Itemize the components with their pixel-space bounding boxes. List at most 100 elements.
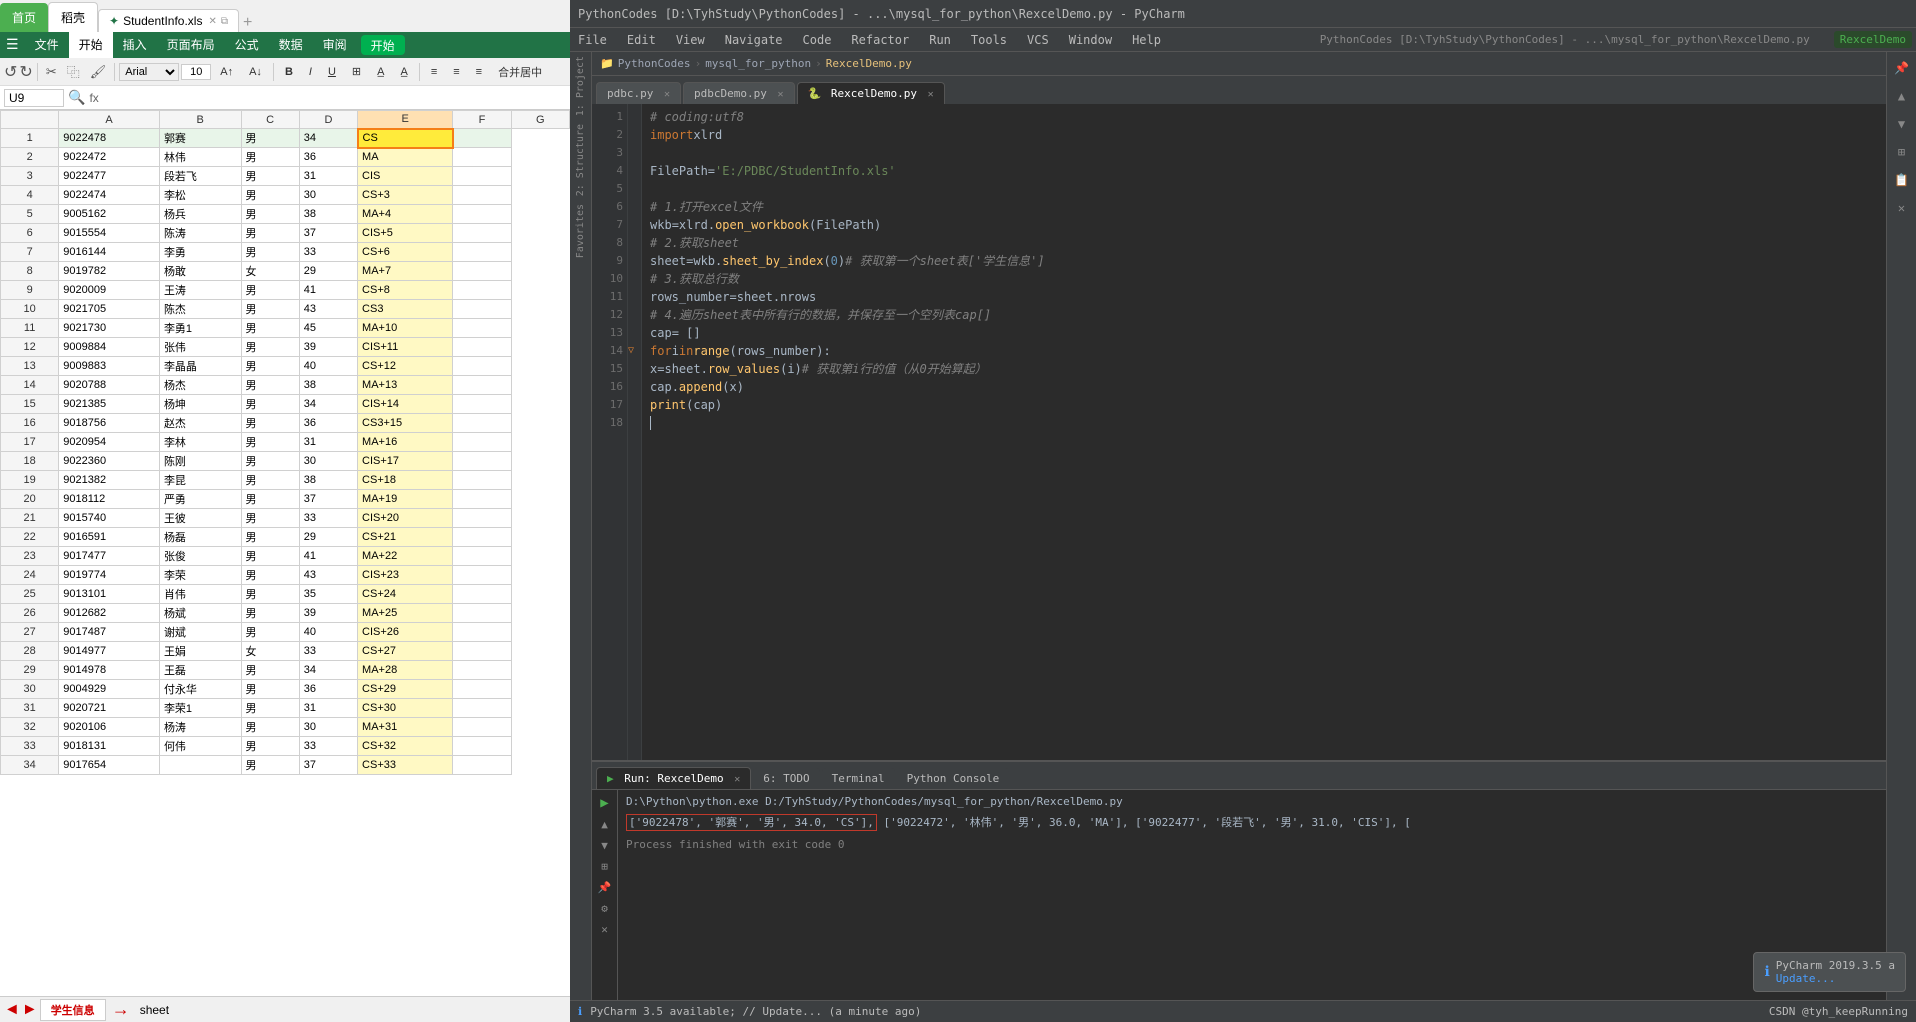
cell-11-0[interactable]: 9021730 [59,319,160,338]
cell-22-5[interactable] [453,528,511,547]
browser-tab-home[interactable]: 首页 [0,3,48,32]
cell-31-3[interactable]: 31 [299,699,357,718]
undo-icon[interactable]: ↺ [4,62,17,82]
cell-9-3[interactable]: 41 [299,281,357,300]
align-left-btn[interactable]: ≡ [424,63,444,81]
menu-refactor[interactable]: Refactor [847,31,913,49]
run-play-btn[interactable]: ▶ [595,794,615,812]
cell-23-3[interactable]: 41 [299,547,357,566]
cell-15-3[interactable]: 34 [299,395,357,414]
cell-28-0[interactable]: 9014977 [59,642,160,661]
cell-1-0[interactable]: 9022478 [59,129,160,148]
cell-31-1[interactable]: 李荣1 [159,699,241,718]
cell-12-4[interactable]: CIS+11 [358,338,453,357]
sheet-nav-left[interactable]: ◄ [4,1001,20,1019]
cell-16-1[interactable]: 赵杰 [159,414,241,433]
cell-11-1[interactable]: 李勇1 [159,319,241,338]
cell-25-3[interactable]: 35 [299,585,357,604]
structure-panel-label[interactable]: 2: Structure [573,120,588,200]
cell-5-2[interactable]: 男 [241,205,299,224]
cell-18-4[interactable]: CIS+17 [358,452,453,471]
cell-6-5[interactable] [453,224,511,243]
cell-10-4[interactable]: CS3 [358,300,453,319]
new-tab-icon[interactable]: + [243,14,252,32]
cell-21-4[interactable]: CIS+20 [358,509,453,528]
italic-btn[interactable]: I [302,63,319,81]
close-icon[interactable]: ✕ [208,16,216,27]
run-down-btn[interactable]: ▼ [595,836,615,854]
cell-5-0[interactable]: 9005162 [59,205,160,224]
cell-30-1[interactable]: 付永华 [159,680,241,699]
font-increase-btn[interactable]: A↑ [213,63,240,81]
cell-29-5[interactable] [453,661,511,680]
cell-19-3[interactable]: 38 [299,471,357,490]
cell-26-2[interactable]: 男 [241,604,299,623]
cell-32-3[interactable]: 30 [299,718,357,737]
cell-24-2[interactable]: 男 [241,566,299,585]
col-header-D[interactable]: D [299,111,357,129]
cell-30-2[interactable]: 男 [241,680,299,699]
font-color-btn[interactable]: A̲ [393,63,414,81]
update-link[interactable]: Update... [1776,972,1836,985]
cell-12-0[interactable]: 9009884 [59,338,160,357]
menu-vcs[interactable]: VCS [1023,31,1053,49]
cell-6-4[interactable]: CIS+5 [358,224,453,243]
run-settings-btn[interactable]: ⚙ [595,899,615,917]
cell-28-4[interactable]: CS+27 [358,642,453,661]
todo-tab[interactable]: 6: TODO [753,768,819,789]
cell-33-5[interactable] [453,737,511,756]
start-button[interactable]: 开始 [361,35,405,55]
cell-31-4[interactable]: CS+30 [358,699,453,718]
cell-14-3[interactable]: 38 [299,376,357,395]
cell-16-5[interactable] [453,414,511,433]
cell-3-5[interactable] [453,167,511,186]
cell-5-3[interactable]: 38 [299,205,357,224]
cell-14-4[interactable]: MA+13 [358,376,453,395]
cell-15-0[interactable]: 9021385 [59,395,160,414]
cell-5-1[interactable]: 杨兵 [159,205,241,224]
cell-16-2[interactable]: 男 [241,414,299,433]
cell-7-3[interactable]: 33 [299,243,357,262]
cell-1-3[interactable]: 34 [299,129,357,148]
cell-21-3[interactable]: 33 [299,509,357,528]
cell-24-1[interactable]: 李荣 [159,566,241,585]
cell-32-2[interactable]: 男 [241,718,299,737]
cell-27-0[interactable]: 9017487 [59,623,160,642]
cell-26-3[interactable]: 39 [299,604,357,623]
cell-4-1[interactable]: 李松 [159,186,241,205]
cell-15-2[interactable]: 男 [241,395,299,414]
font-decrease-btn[interactable]: A↓ [242,63,269,81]
cell-30-5[interactable] [453,680,511,699]
cell-23-4[interactable]: MA+22 [358,547,453,566]
cell-12-3[interactable]: 39 [299,338,357,357]
fill-color-btn[interactable]: A̲ [370,63,391,81]
cell-4-5[interactable] [453,186,511,205]
right-btn-5[interactable]: 📋 [1890,168,1914,192]
cell-5-4[interactable]: MA+4 [358,205,453,224]
cell-26-1[interactable]: 杨斌 [159,604,241,623]
cell-21-5[interactable] [453,509,511,528]
cell-17-0[interactable]: 9020954 [59,433,160,452]
cell-10-1[interactable]: 陈杰 [159,300,241,319]
favorites-panel-label[interactable]: Favorites [573,200,588,262]
cell-7-2[interactable]: 男 [241,243,299,262]
cell-17-4[interactable]: MA+16 [358,433,453,452]
cell-14-2[interactable]: 男 [241,376,299,395]
cell-20-4[interactable]: MA+19 [358,490,453,509]
cell-3-4[interactable]: CIS [358,167,453,186]
cell-24-5[interactable] [453,566,511,585]
cell-24-3[interactable]: 43 [299,566,357,585]
menu-window[interactable]: Window [1065,31,1116,49]
cell-17-2[interactable]: 男 [241,433,299,452]
cell-8-3[interactable]: 29 [299,262,357,281]
cell-2-1[interactable]: 林伟 [159,148,241,167]
cell-reference-input[interactable] [4,89,64,107]
cell-8-1[interactable]: 杨敢 [159,262,241,281]
cell-31-2[interactable]: 男 [241,699,299,718]
cell-24-4[interactable]: CIS+23 [358,566,453,585]
cell-20-3[interactable]: 37 [299,490,357,509]
cell-19-2[interactable]: 男 [241,471,299,490]
cell-1-4[interactable]: CS [358,129,453,148]
code-content[interactable]: # coding:utf8import xlrdFilePath = 'E:/P… [642,104,1886,760]
col-header-B[interactable]: B [159,111,241,129]
